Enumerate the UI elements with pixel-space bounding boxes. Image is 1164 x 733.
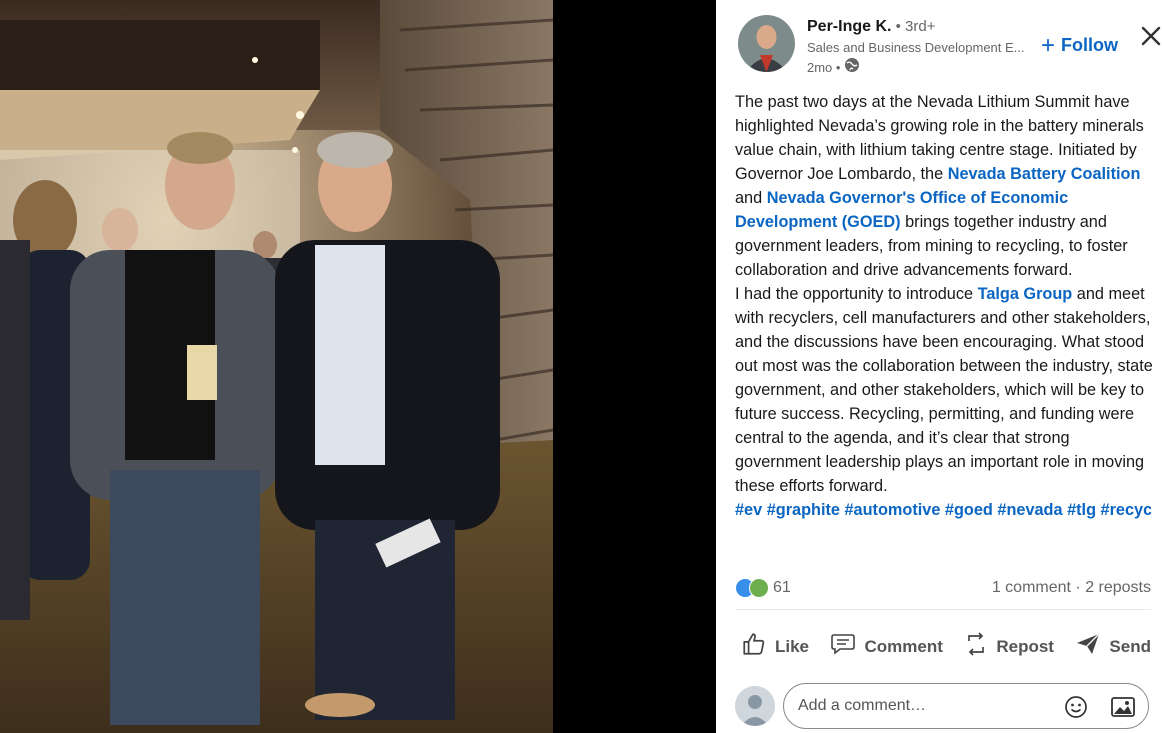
- reaction-icons: [735, 578, 769, 598]
- comments-reposts-count[interactable]: 1 comment · 2 reposts: [992, 579, 1151, 597]
- send-icon: [1075, 632, 1101, 661]
- plus-icon: +: [1041, 31, 1056, 59]
- comment-input[interactable]: [796, 696, 1050, 716]
- comment-icon: [830, 632, 856, 661]
- thumbs-up-icon: [741, 631, 767, 662]
- send-button[interactable]: Send: [1069, 627, 1157, 666]
- post-side-panel: Per-Inge K. • 3rd+ Sales and Business De…: [716, 0, 1164, 733]
- support-reaction-icon: [749, 578, 769, 598]
- comment-composer: [735, 683, 1149, 729]
- reaction-count: 61: [773, 579, 791, 596]
- follow-button[interactable]: + Follow: [1041, 31, 1119, 59]
- close-icon[interactable]: [1139, 24, 1163, 48]
- mention-talga-group[interactable]: Talga Group: [978, 285, 1073, 303]
- author-name[interactable]: Per-Inge K.: [807, 18, 891, 35]
- repost-button[interactable]: Repost: [958, 627, 1060, 666]
- post-body: The past two days at the Nevada Lithium …: [735, 90, 1155, 522]
- post-author: Per-Inge K. • 3rd+ Sales and Business De…: [738, 15, 1037, 78]
- current-user-avatar[interactable]: [735, 686, 775, 726]
- action-bar: Like Comment Repost Send: [735, 627, 1157, 666]
- comment-button[interactable]: Comment: [824, 627, 948, 666]
- author-name-row: Per-Inge K. • 3rd+: [807, 17, 1037, 37]
- follow-label: Follow: [1061, 35, 1119, 55]
- post-paragraph-1: The past two days at the Nevada Lithium …: [735, 93, 1144, 279]
- post-meta: 2mo •: [807, 57, 1037, 78]
- comment-box[interactable]: [783, 683, 1149, 729]
- connection-degree: • 3rd+: [891, 18, 936, 35]
- image-icon[interactable]: [1110, 695, 1136, 719]
- like-button[interactable]: Like: [735, 627, 815, 666]
- social-counts: 61 1 comment · 2 reposts: [735, 578, 1151, 598]
- post-photo[interactable]: [0, 0, 553, 733]
- post-paragraph-2: I had the opportunity to introduce Talga…: [735, 285, 1153, 495]
- repost-icon: [964, 631, 988, 662]
- author-avatar[interactable]: [738, 15, 795, 72]
- reactions-summary[interactable]: 61: [735, 578, 791, 598]
- divider: [735, 609, 1151, 610]
- post-viewer: Per-Inge K. • 3rd+ Sales and Business De…: [0, 0, 1164, 733]
- author-headline: Sales and Business Development E...: [807, 40, 1025, 55]
- globe-icon: [844, 57, 860, 78]
- author-info: Per-Inge K. • 3rd+ Sales and Business De…: [807, 15, 1037, 78]
- photo-pane: [0, 0, 716, 733]
- post-time: 2mo •: [807, 59, 841, 75]
- hashtags[interactable]: #ev #graphite #automotive #goed #nevada …: [735, 498, 1151, 522]
- mention-nevada-battery-coalition[interactable]: Nevada Battery Coalition: [948, 165, 1141, 183]
- emoji-icon[interactable]: [1064, 695, 1088, 719]
